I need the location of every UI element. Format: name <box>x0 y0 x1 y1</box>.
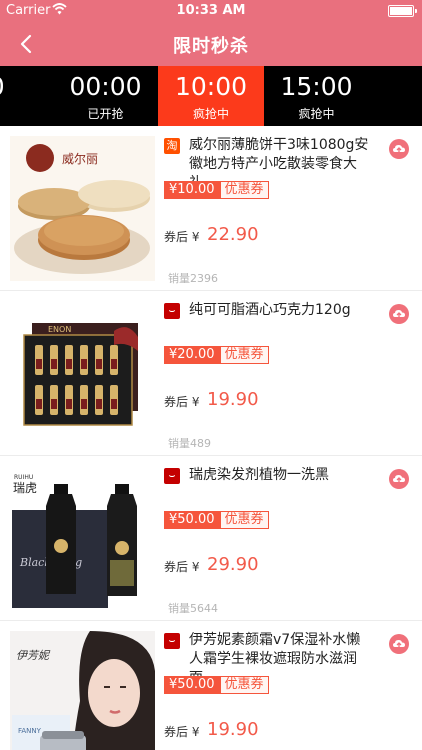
coupon-amount: ¥50.00 <box>165 512 221 528</box>
nav-bar: 限时秒杀 <box>0 22 422 66</box>
product-image[interactable]: 伊芳妮 FANNY <box>10 631 155 750</box>
tab-state: 疯抢中 <box>298 107 335 121</box>
share-icon <box>393 640 405 649</box>
product-name[interactable]: 瑞虎染发剂植物一洗黑 <box>189 466 374 485</box>
tab-time-slot[interactable]: :00 开抢 <box>0 66 32 126</box>
coupon-amount: ¥20.00 <box>165 347 221 363</box>
after-coupon-label: 券后 ¥ <box>164 395 200 409</box>
biscuit-brand-text: 威尔丽 <box>62 151 98 166</box>
tab-time-slot-active[interactable]: 10:00 疯抢中 <box>158 66 264 126</box>
product-list[interactable]: 威尔丽 淘 威尔丽薄脆饼干3味1080g安徽地方特产小吃散装零食大礼… ¥10.… <box>0 126 422 750</box>
tab-time-slot[interactable]: 15:00 疯抢中 <box>269 66 364 126</box>
chocolate-brand-text: ENON <box>48 325 71 334</box>
sales-count: 销量2396 <box>168 272 218 285</box>
clock: 10:33 AM <box>176 3 246 18</box>
product-image[interactable]: RUIHU 瑞虎 Blackening <box>10 466 155 611</box>
share-icon <box>393 145 405 154</box>
tab-time-slot[interactable]: 00:00 已开抢 <box>58 66 153 126</box>
after-coupon-label: 券后 ¥ <box>164 560 200 574</box>
coupon-amount: ¥50.00 <box>165 677 221 693</box>
page-title: 限时秒杀 <box>173 36 249 57</box>
coupon-badge[interactable]: ¥10.00 优惠券 <box>164 181 269 199</box>
share-button[interactable] <box>389 139 409 159</box>
product-item[interactable]: 伊芳妮 FANNY ⌣ 伊芳妮素颜霜v7保湿补水懒人霜学生裸妆遮瑕防水滋润面… … <box>0 621 422 750</box>
after-coupon-label: 券后 ¥ <box>164 725 200 739</box>
coupon-label: 优惠券 <box>220 182 268 198</box>
shampoo-brand-en-text: RUIHU <box>14 474 33 481</box>
share-button[interactable] <box>389 304 409 324</box>
tab-time: 10:00 <box>174 72 248 101</box>
status-bar: Carrier 10:33 AM <box>0 0 422 22</box>
cream-brand-text: 伊芳妮 <box>16 649 51 662</box>
shampoo-brand-text: 瑞虎 <box>13 481 37 495</box>
coupon-label: 优惠券 <box>220 677 268 693</box>
price: 22.90 <box>207 224 259 245</box>
tab-time: :00 <box>0 73 32 101</box>
product-image[interactable]: ENON <box>10 301 155 446</box>
product-item[interactable]: ENON ⌣ 纯可可脂酒心巧克力120g ¥20.00 优惠券 券后 ¥ 19.… <box>0 291 422 456</box>
share-button[interactable] <box>389 634 409 654</box>
taobao-icon: 淘 <box>164 138 180 154</box>
share-icon <box>393 475 405 484</box>
cream-box-text: FANNY <box>18 727 42 735</box>
after-coupon-label: 券后 ¥ <box>164 230 200 244</box>
tab-state: 已开抢 <box>87 107 124 121</box>
tmall-icon: ⌣ <box>164 303 180 319</box>
time-tabs: :00 开抢 00:00 已开抢 10:00 疯抢中 15:00 疯抢中 <box>0 66 422 126</box>
sales-count: 销量5644 <box>168 602 218 615</box>
price: 29.90 <box>207 554 259 575</box>
product-item[interactable]: RUIHU 瑞虎 Blackening ⌣ 瑞虎染发剂植物一洗黑 ¥50.00 … <box>0 456 422 621</box>
coupon-badge[interactable]: ¥50.00 优惠券 <box>164 511 269 529</box>
product-item[interactable]: 威尔丽 淘 威尔丽薄脆饼干3味1080g安徽地方特产小吃散装零食大礼… ¥10.… <box>0 126 422 291</box>
coupon-amount: ¥10.00 <box>165 182 221 198</box>
tmall-icon: ⌣ <box>164 468 180 484</box>
tab-state: 疯抢中 <box>192 107 229 121</box>
share-icon <box>393 310 405 319</box>
battery-icon <box>388 5 417 17</box>
price: 19.90 <box>207 719 259 740</box>
price: 19.90 <box>207 389 259 410</box>
tmall-icon: ⌣ <box>164 633 180 649</box>
coupon-badge[interactable]: ¥20.00 优惠券 <box>164 346 269 364</box>
coupon-label: 优惠券 <box>220 347 268 363</box>
coupon-badge[interactable]: ¥50.00 优惠券 <box>164 676 269 694</box>
header: Carrier 10:33 AM 限时秒杀 <box>0 0 422 66</box>
product-image[interactable]: 威尔丽 <box>10 136 155 281</box>
product-name[interactable]: 纯可可脂酒心巧克力120g <box>189 301 374 320</box>
sales-count: 销量489 <box>168 437 211 450</box>
share-button[interactable] <box>389 469 409 489</box>
coupon-label: 优惠券 <box>220 512 268 528</box>
tab-state: 开抢 <box>0 105 32 122</box>
tab-time: 15:00 <box>280 72 353 101</box>
tab-time: 00:00 <box>69 72 142 101</box>
